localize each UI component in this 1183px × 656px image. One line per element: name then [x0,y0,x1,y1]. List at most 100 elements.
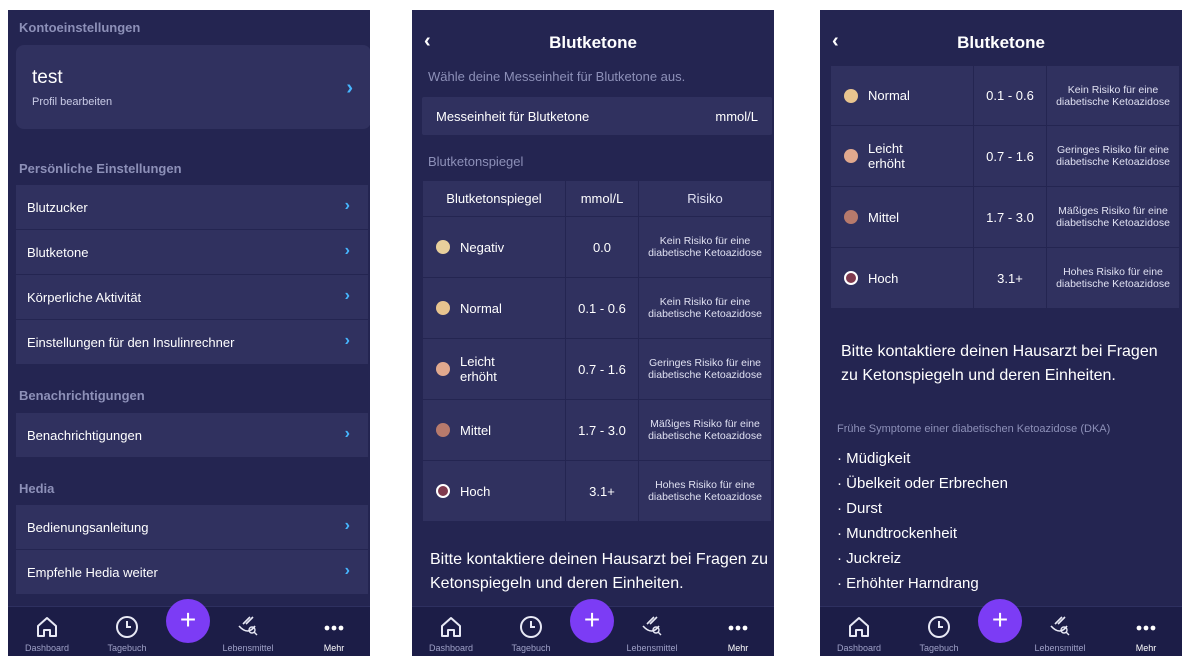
personal-settings-header: Persönliche Einstellungen [19,161,182,176]
nav-mehr[interactable]: Mehr [304,607,364,656]
nav-tagebuch[interactable]: Tagebuch [97,607,157,656]
column-header: Blutketonspiegel [423,181,565,216]
level-risk: Mäßiges Risiko für eine diabetische Keto… [1047,187,1179,247]
symptom-item: · Erhöhter Harndrang [837,575,979,592]
add-button[interactable]: + [570,599,614,643]
more-dots-icon [324,625,344,631]
level-risk: Kein Risiko für eine diabetische Ketoazi… [639,278,771,338]
nav-dashboard[interactable]: Dashboard [421,607,481,656]
setting-item-blutketone[interactable]: Blutketone › [16,230,368,274]
level-risk: Hohes Risiko für eine diabetische Ketoaz… [1047,248,1179,308]
level-dot [844,210,858,224]
symptom-item: · Übelkeit oder Erbrechen [837,475,1008,492]
nav-lebensmittel[interactable]: Lebensmittel [1030,607,1090,656]
add-button[interactable]: + [978,599,1022,643]
table-header-row: Blutketonspiegel mmol/L Risiko [423,181,771,216]
level-dot [436,240,450,254]
level-dot [436,362,450,376]
nav-add[interactable]: + [562,599,622,656]
level-value: 0.7 - 1.6 [566,339,638,399]
setting-item-label: Körperliche Aktivität [27,290,142,305]
symptom-item: · Mundtrockenheit [837,525,958,542]
unit-value: mmol/L [715,109,758,124]
page-title: Blutketone [957,33,1045,52]
setting-item-label: Empfehle Hedia weiter [27,565,158,580]
nav-label: Mehr [1135,643,1157,653]
nav-tagebuch[interactable]: Tagebuch [501,607,561,656]
contact-note: Bitte kontaktiere deinen Hausarzt bei Fr… [841,343,1158,384]
profile-name: test [32,67,63,88]
level-value: 1.7 - 3.0 [566,400,638,460]
level-risk: Hohes Risiko für eine diabetische Ketoaz… [639,461,771,521]
chevron-right-icon: › [344,562,350,579]
symptom-item: · Müdigkeit [837,450,911,467]
nav-label: Tagebuch [511,643,551,653]
table-row: Hoch 3.1+ Hohes Risiko für eine diabetis… [423,461,771,521]
notifications-header: Benachrichtigungen [19,388,145,403]
chevron-right-icon: › [344,242,350,259]
bottom-nav: Dashboard Tagebuch + Lebensmittel Mehr [412,599,774,656]
contact-note: Bitte kontaktiere deinen Hausarzt bei Fr… [430,551,768,592]
level-dot [844,88,858,103]
nav-label: Lebensmittel [1034,643,1086,653]
level-label: Normal [868,88,910,103]
setting-item-notifications[interactable]: Benachrichtigungen › [16,413,368,457]
add-button[interactable]: + [166,599,210,643]
nav-lebensmittel[interactable]: Lebensmittel [218,607,278,656]
table-row: Leicht erhöht 0.7 - 1.6 Geringes Risiko … [423,339,771,399]
nav-dashboard[interactable]: Dashboard [17,607,77,656]
level-risk: Kein Risiko für eine diabetische Ketoazi… [639,217,771,277]
level-dot [436,301,450,315]
nav-mehr[interactable]: Mehr [708,607,768,656]
nav-add[interactable]: + [970,599,1030,656]
nav-label: Mehr [323,643,345,653]
page-title: Blutketone [549,33,637,52]
profile-card[interactable]: test Profil bearbeiten › [16,45,370,129]
level-label: Leicht erhöht [460,354,497,384]
settings-screen: Kontoeinstellungen test Profil bearbeite… [8,10,370,656]
level-label: Hoch [460,483,491,499]
plus-icon: + [583,604,601,635]
symptom-item: · Juckreiz [837,550,902,567]
level-risk: Mäßiges Risiko für eine diabetische Keto… [639,400,771,460]
bottom-nav: Dashboard Tagebuch + Lebensmittel Mehr [820,599,1182,656]
nav-dashboard[interactable]: Dashboard [829,607,889,656]
setting-item-label: Blutzucker [27,200,88,215]
blutketone-screen: ‹ Blutketone Wähle deine Messeinheit für… [412,10,774,656]
plus-icon: + [179,604,197,635]
unit-selector[interactable]: Messeinheit für Blutketone mmol/L [422,97,772,135]
nav-lebensmittel[interactable]: Lebensmittel [622,607,682,656]
level-dot [436,484,450,498]
setting-item-activity[interactable]: Körperliche Aktivität › [16,275,368,319]
setting-item-blutzucker[interactable]: Blutzucker › [16,185,368,229]
account-settings-header: Kontoeinstellungen [19,20,141,35]
chevron-right-icon: › [344,197,350,214]
nav-tagebuch[interactable]: Tagebuch [909,607,969,656]
chevron-right-icon: › [344,425,350,442]
nav-label: Dashboard [428,643,474,653]
level-value: 3.1+ [566,461,638,521]
home-icon [441,617,461,637]
table-row: Normal 0.1 - 0.6 Kein Risiko für eine di… [831,66,1179,125]
food-search-icon [238,616,258,636]
level-dot [844,149,858,163]
level-value: 3.1+ [974,248,1046,308]
nav-label: Dashboard [836,643,882,653]
table-row: Mittel 1.7 - 3.0 Mäßiges Risiko für eine… [423,400,771,460]
setting-item-recommend[interactable]: Empfehle Hedia weiter › [16,550,368,594]
nav-mehr[interactable]: Mehr [1116,607,1176,656]
setting-item-manual[interactable]: Bedienungsanleitung › [16,505,368,549]
clock-icon [520,616,542,638]
plus-icon: + [991,604,1009,635]
level-value: 0.0 [566,217,638,277]
chevron-right-icon: › [346,77,353,99]
blutketone-scrolled-screen: ‹ Blutketone Normal 0.1 - 0.6 Kein Risik… [820,10,1182,656]
level-value: 0.7 - 1.6 [974,126,1046,186]
ketone-table: Blutketonspiegel mmol/L Risiko Negativ 0… [422,180,772,522]
level-value: 0.1 - 0.6 [974,66,1046,125]
nav-label: Lebensmittel [222,643,274,653]
setting-item-insulin-calculator[interactable]: Einstellungen für den Insulinrechner › [16,320,368,364]
table-row: Negativ 0.0 Kein Risiko für eine diabeti… [423,217,771,277]
level-label: Mittel [460,422,492,438]
nav-add[interactable]: + [158,599,218,656]
